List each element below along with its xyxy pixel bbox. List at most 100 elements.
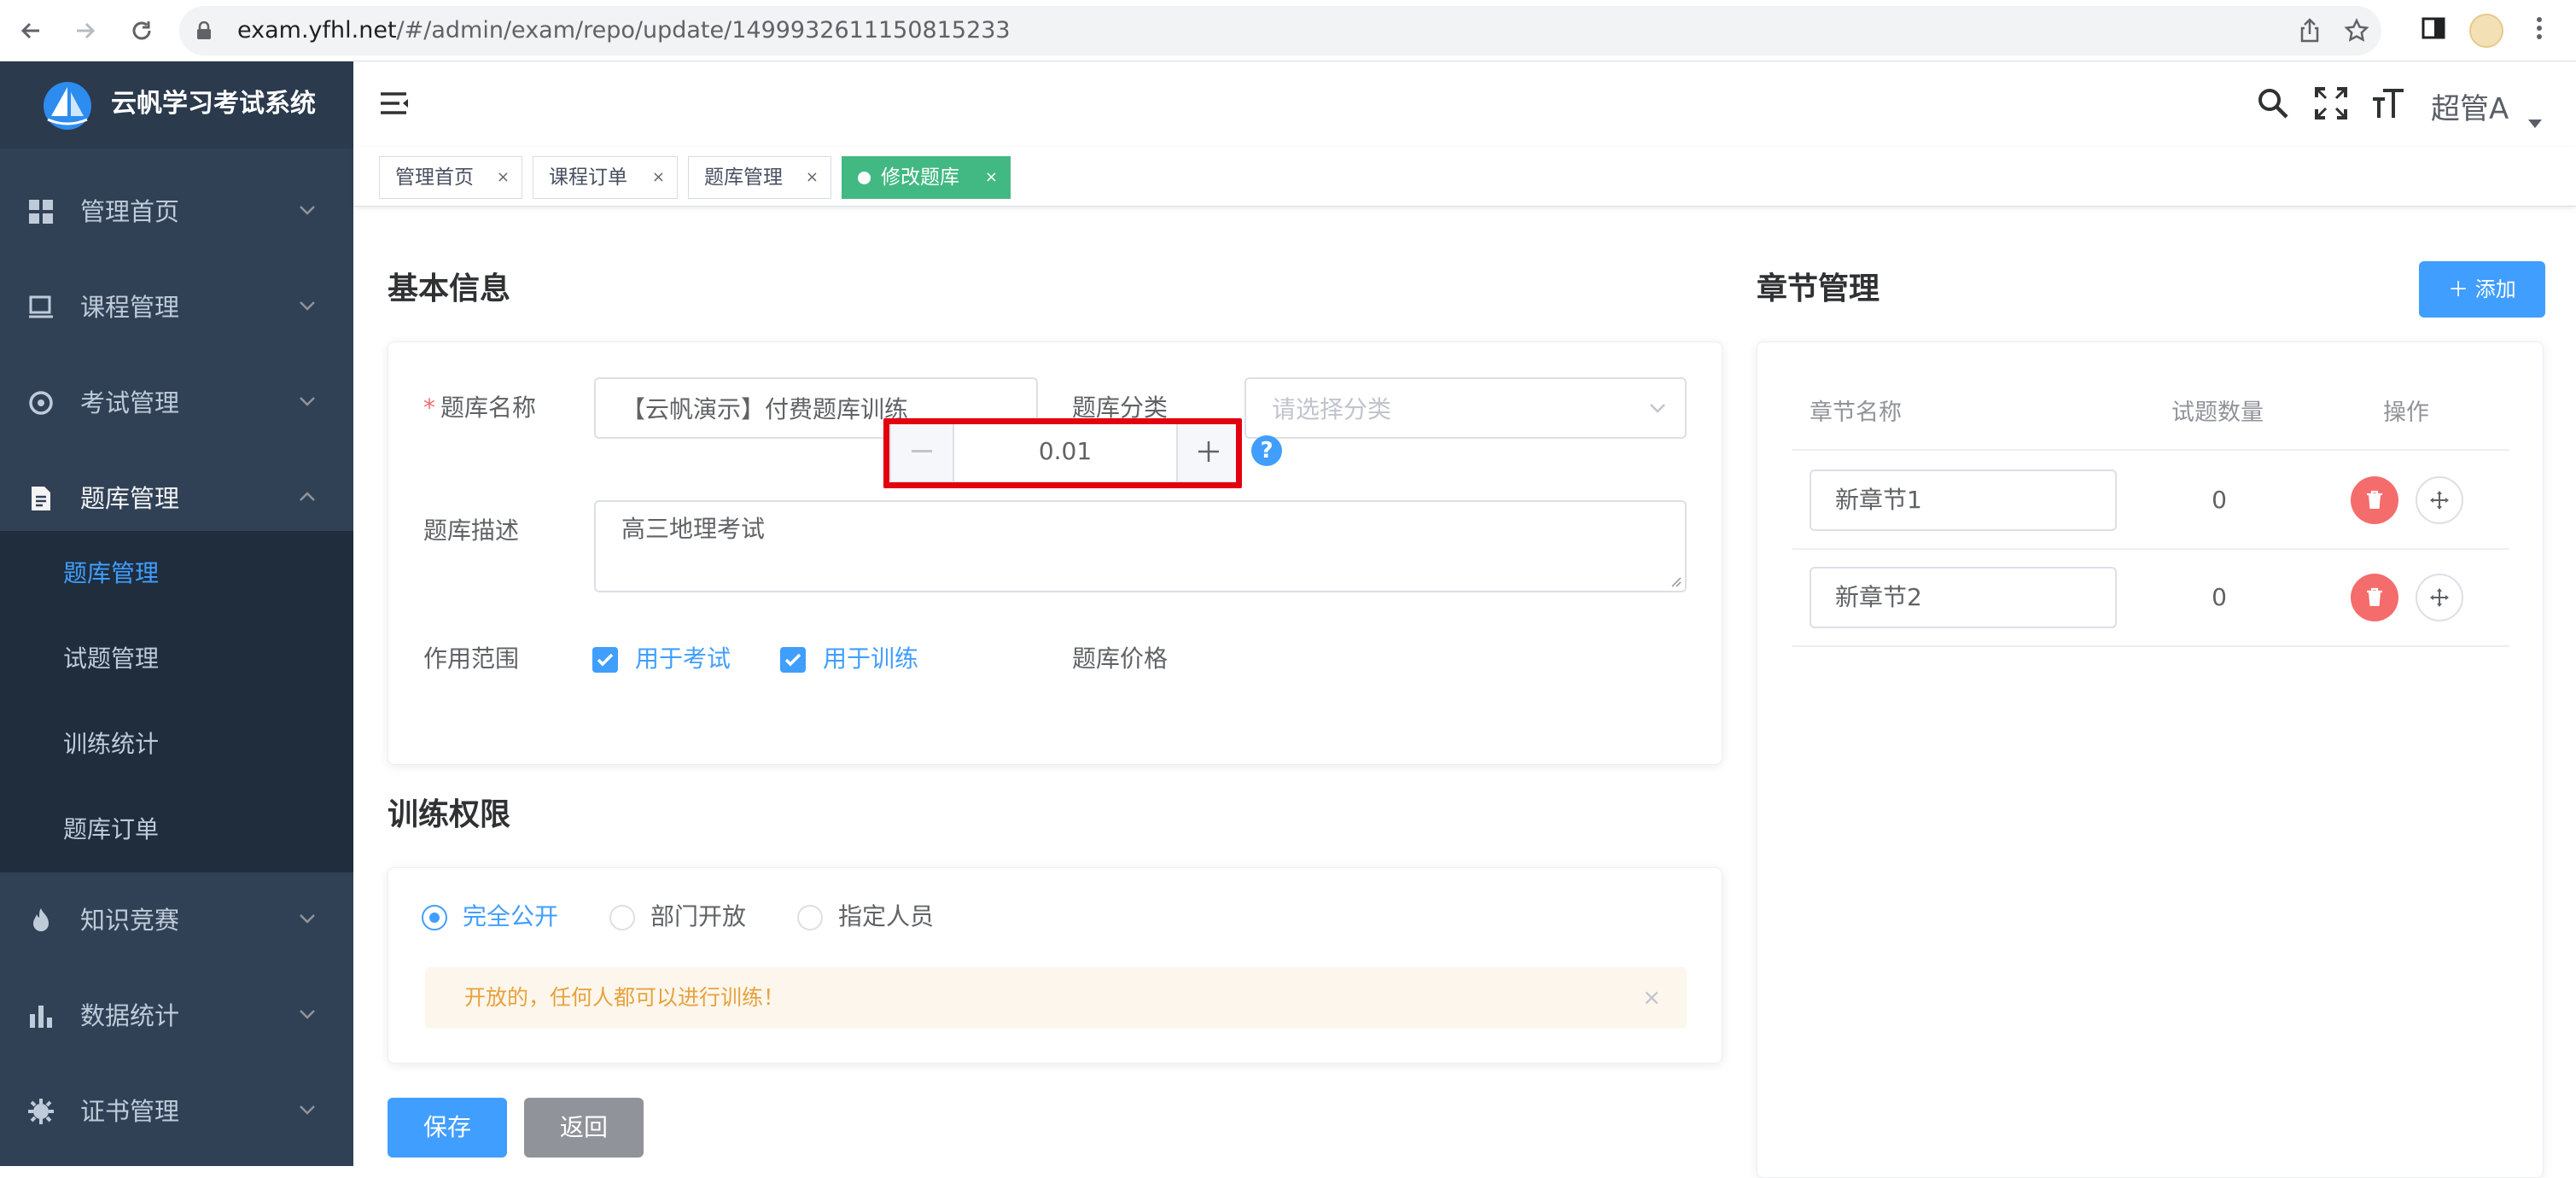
sidebar-item-label: 考试管理 bbox=[80, 388, 180, 417]
checkbox-use-exam[interactable] bbox=[592, 647, 618, 673]
more-icon[interactable] bbox=[2535, 15, 2544, 41]
chevron-down-icon bbox=[299, 396, 316, 406]
tag-edit-repo[interactable]: 修改题库 × bbox=[842, 156, 1011, 199]
back-button[interactable]: 返回 bbox=[524, 1098, 644, 1158]
delete-chapter-button[interactable] bbox=[2351, 574, 2398, 621]
move-chapter-button[interactable] bbox=[2416, 476, 2463, 524]
address-bar[interactable]: exam.yfhl.net/#/admin/exam/repo/update/1… bbox=[179, 6, 2381, 55]
alert-text: 开放的，任何人都可以进行训练！ bbox=[464, 985, 785, 1010]
permission-card bbox=[388, 867, 1722, 1064]
chevron-down-icon bbox=[299, 205, 316, 215]
move-icon bbox=[2430, 491, 2449, 510]
delete-chapter-button[interactable] bbox=[2351, 476, 2398, 524]
chevron-down-icon bbox=[299, 913, 316, 924]
sidebar-item-certificate[interactable]: 证书管理 bbox=[0, 1064, 353, 1159]
caret-down-icon[interactable] bbox=[2528, 120, 2542, 128]
monitor-icon bbox=[27, 294, 55, 321]
active-dot bbox=[858, 172, 871, 184]
required-mark: * bbox=[423, 394, 435, 422]
sidebar-subitem-repo-orders[interactable]: 题库订单 bbox=[0, 787, 353, 872]
table-divider bbox=[1792, 548, 2509, 550]
basic-info-title: 基本信息 bbox=[388, 271, 511, 306]
radio-department[interactable] bbox=[609, 905, 635, 930]
sidebar-subitem-train-stats[interactable]: 训练统计 bbox=[0, 702, 353, 787]
sidebar-item-stats[interactable]: 数据统计 bbox=[0, 968, 353, 1064]
hamburger-icon[interactable] bbox=[379, 90, 410, 116]
search-icon[interactable] bbox=[2257, 87, 2289, 120]
radio-department-label[interactable]: 部门开放 bbox=[650, 900, 746, 934]
reload-icon[interactable] bbox=[126, 15, 157, 46]
chapter-name-input[interactable]: 新章节1 bbox=[1810, 469, 2117, 531]
chapter-name-input[interactable]: 新章节2 bbox=[1810, 567, 2117, 628]
chapter-question-count: 0 bbox=[2212, 583, 2227, 611]
avatar[interactable] bbox=[2469, 14, 2503, 48]
trash-icon bbox=[2367, 587, 2382, 606]
back-arrow-icon[interactable] bbox=[15, 15, 46, 46]
chevron-down-icon bbox=[299, 300, 316, 311]
repo-category-select[interactable]: 请选择分类 bbox=[1244, 377, 1687, 439]
radio-specified[interactable] bbox=[797, 905, 823, 930]
category-placeholder: 请选择分类 bbox=[1272, 395, 1392, 423]
share-icon[interactable] bbox=[2298, 18, 2322, 44]
resize-handle-icon[interactable] bbox=[1670, 575, 1681, 587]
font-size-icon[interactable] bbox=[2371, 87, 2405, 120]
user-name[interactable]: 超管A bbox=[2431, 90, 2509, 128]
sidebar-subitem-label: 试题管理 bbox=[63, 644, 160, 673]
repo-desc-textarea[interactable]: 高三地理考试 bbox=[594, 500, 1687, 592]
sidebar-subitem-label: 题库管理 bbox=[63, 559, 160, 587]
table-divider bbox=[1792, 645, 2509, 647]
move-chapter-button[interactable] bbox=[2416, 574, 2463, 621]
sidebar-subitem-label: 训练统计 bbox=[63, 730, 160, 758]
repo-name-value: 【云帆演示】付费题库训练 bbox=[621, 395, 909, 423]
sidebar-item-course[interactable]: 课程管理 bbox=[0, 260, 353, 355]
repo-name-label: * 题库名称 bbox=[423, 391, 536, 425]
close-icon[interactable]: × bbox=[806, 157, 819, 198]
chevron-down-icon bbox=[299, 1009, 316, 1019]
fullscreen-icon[interactable] bbox=[2315, 87, 2347, 120]
close-icon[interactable]: × bbox=[497, 157, 510, 198]
sidebar-submenu-repo: 题库管理 试题管理 训练统计 题库订单 bbox=[0, 531, 353, 872]
sidebar-item-contest[interactable]: 知识竞赛 bbox=[0, 872, 353, 968]
checkbox-use-exam-label[interactable]: 用于考试 bbox=[635, 642, 731, 676]
sidebar-item-home[interactable]: 管理首页 bbox=[0, 164, 353, 260]
checkbox-use-train-label[interactable]: 用于训练 bbox=[823, 642, 918, 676]
url-text: exam.yfhl.net/#/admin/exam/repo/update/1… bbox=[237, 16, 1011, 45]
tag-course-orders[interactable]: 课程订单 × bbox=[533, 156, 678, 199]
close-icon[interactable]: × bbox=[652, 157, 665, 198]
th-question-count: 试题数量 bbox=[2171, 399, 2264, 426]
help-icon[interactable]: ? bbox=[1251, 435, 1282, 466]
sidebar-subitem-label: 题库订单 bbox=[63, 815, 160, 843]
close-icon[interactable]: × bbox=[1642, 983, 1661, 1013]
sidebar-item-label: 题库管理 bbox=[80, 484, 180, 513]
move-icon bbox=[2430, 588, 2449, 607]
checkbox-use-train[interactable] bbox=[780, 647, 806, 673]
tag-home[interactable]: 管理首页 × bbox=[379, 156, 522, 199]
forward-arrow-icon[interactable] bbox=[70, 15, 101, 46]
app-logo[interactable]: 云帆学习考试系统 bbox=[0, 61, 353, 149]
sidebar-item-label: 证书管理 bbox=[80, 1097, 180, 1126]
permission-alert: 开放的，任何人都可以进行训练！ × bbox=[425, 967, 1687, 1029]
fire-icon bbox=[27, 907, 55, 934]
tag-label: 修改题库 bbox=[881, 166, 959, 189]
app-title: 云帆学习考试系统 bbox=[111, 89, 316, 119]
sidebar-toggle-icon[interactable] bbox=[2421, 15, 2446, 41]
radio-public[interactable] bbox=[422, 905, 447, 930]
sidebar-subitem-repo-manage[interactable]: 题库管理 bbox=[0, 531, 353, 616]
add-chapter-button[interactable]: ＋ 添加 bbox=[2419, 261, 2545, 318]
close-icon[interactable]: × bbox=[985, 157, 998, 198]
save-button[interactable]: 保存 bbox=[388, 1098, 507, 1158]
sidebar-item-exam[interactable]: 考试管理 bbox=[0, 355, 353, 451]
tag-repo-manage[interactable]: 题库管理 × bbox=[688, 156, 831, 199]
sidebar-item-label: 知识竞赛 bbox=[80, 906, 180, 935]
lock-icon bbox=[196, 21, 212, 40]
trash-icon bbox=[2367, 490, 2382, 509]
gear-icon bbox=[27, 1098, 55, 1125]
chevron-down-icon bbox=[1649, 403, 1666, 413]
top-navbar: 超管A bbox=[353, 61, 2576, 147]
sidebar-subitem-question-manage[interactable]: 试题管理 bbox=[0, 616, 353, 702]
tag-label: 管理首页 bbox=[395, 166, 474, 189]
star-icon[interactable] bbox=[2344, 18, 2369, 44]
tag-label: 课程订单 bbox=[549, 166, 627, 189]
radio-public-label[interactable]: 完全公开 bbox=[463, 900, 558, 934]
radio-specified-label[interactable]: 指定人员 bbox=[838, 900, 934, 934]
